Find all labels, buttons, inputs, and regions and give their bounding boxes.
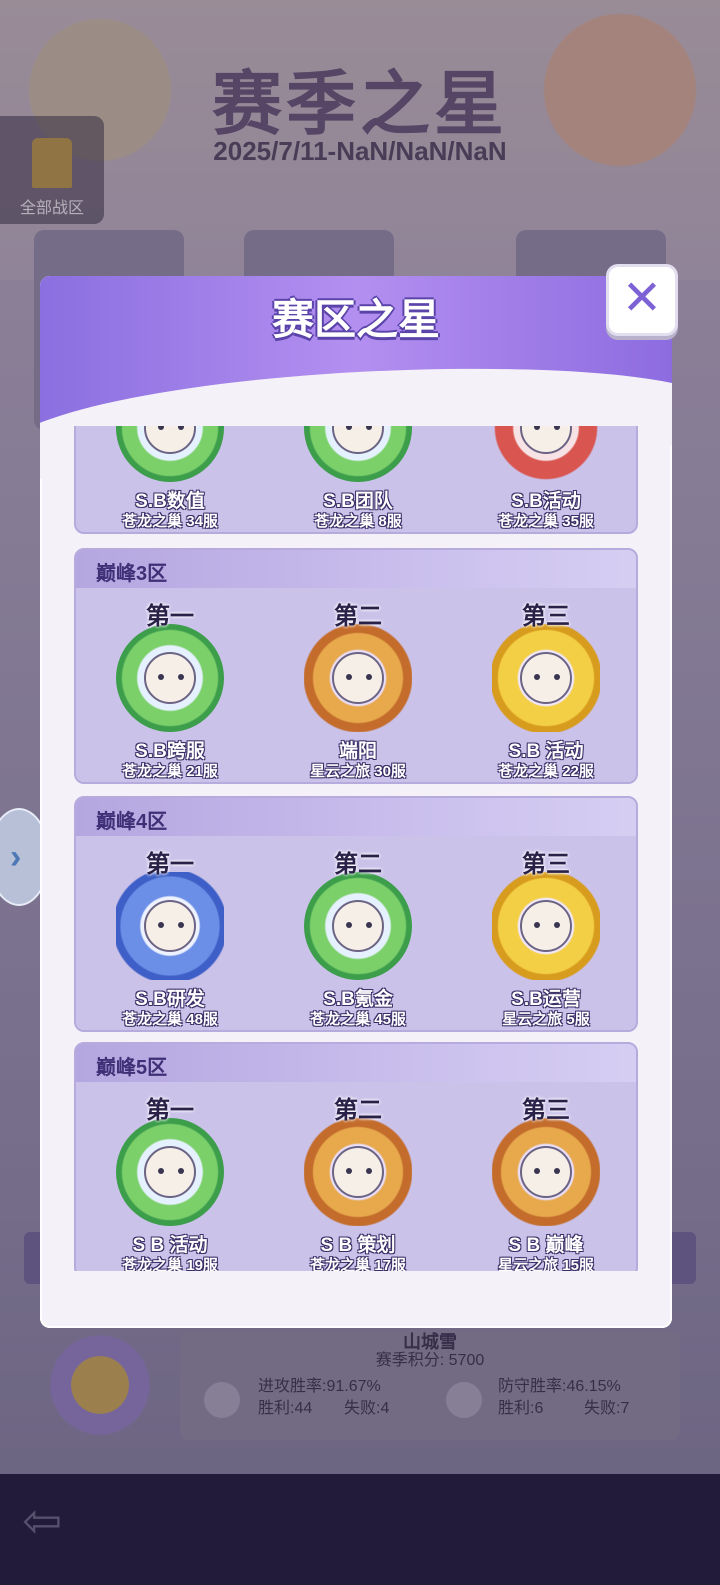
avatar [332,426,384,454]
player-name: S.B数值 [135,491,205,512]
zone-card: 巅峰3区 第一 S.B跨服 苍龙之巢 21服 第二 端阳 星云之旅 30服 第三… [74,548,638,784]
zone-header: 巅峰4区 [76,798,636,836]
rank-slot[interactable]: 第一 S.B跨服 苍龙之巢 21服 [76,594,264,782]
rank-slot[interactable]: 第三 S.B 活动 苍龙之巢 22服 [452,594,636,782]
rank-label: 第三 [522,851,570,878]
close-button[interactable]: ✕ [606,264,678,336]
player-name: S.B活动 [511,491,581,512]
avatar [520,900,572,952]
rank-slot[interactable]: 第一 S B 活动 苍龙之巢 19服 [76,1088,264,1271]
server-name: 星云之旅 5服 [502,1011,590,1028]
close-icon: ✕ [621,272,663,325]
avatar-badge [116,624,224,732]
rank-label: 第一 [146,851,194,878]
server-name: 苍龙之巢 35服 [498,513,594,530]
rank-slot[interactable]: 第二 端阳 星云之旅 30服 [264,594,452,782]
zone-card: 巅峰4区 第一 S.B研发 苍龙之巢 48服 第二 S.B氪金 苍龙之巢 45服… [74,796,638,1032]
avatar-badge [304,1118,412,1226]
player-name: S.B团队 [323,491,393,512]
avatar-badge [492,1118,600,1226]
dialog-title: 赛区之星 [271,296,440,343]
rank-slot[interactable]: 第三 S.B运营 星云之旅 5服 [452,842,636,1030]
avatar-badge [304,624,412,732]
avatar-badge [304,872,412,980]
zone-card: 巅峰5区 第一 S B 活动 苍龙之巢 19服 第二 S B 策划 苍龙之巢 1… [74,1042,638,1271]
zone-name: 巅峰4区 [96,811,168,833]
server-name: 星云之旅 15服 [498,1257,594,1271]
server-name: 苍龙之巢 17服 [310,1257,406,1271]
rank-label: 第二 [334,1097,382,1124]
avatar-badge [492,624,600,732]
player-name: S.B跨服 [135,741,205,762]
avatar-badge [116,426,224,482]
avatar [520,652,572,704]
zones-scroll-list[interactable]: S.B数值 苍龙之巢 34服 S.B团队 苍龙之巢 8服 S.B活动 苍龙之巢 … [74,426,638,1271]
server-name: 星云之旅 30服 [310,763,406,780]
rank-label: 第二 [334,603,382,630]
rank-label: 第二 [334,851,382,878]
server-name: 苍龙之巢 19服 [122,1257,218,1271]
rank-label: 第一 [146,1097,194,1124]
player-name: S.B运营 [511,989,581,1010]
player-name: S B 策划 [320,1235,396,1256]
avatar-badge [304,426,412,482]
avatar-badge [116,1118,224,1226]
rank-slot[interactable]: 第二 S.B氪金 苍龙之巢 45服 [264,842,452,1030]
avatar [144,900,196,952]
rank-label: 第一 [146,603,194,630]
avatar [520,1146,572,1198]
server-name: 苍龙之巢 22服 [498,763,594,780]
rank-slot[interactable]: S.B活动 苍龙之巢 35服 [452,426,636,532]
avatar [520,426,572,454]
avatar-badge [492,872,600,980]
rank-label: 第三 [522,1097,570,1124]
avatar-badge [116,872,224,980]
zone-header: 巅峰5区 [76,1044,636,1082]
avatar-badge [492,426,600,482]
avatar [332,652,384,704]
player-name: 端阳 [338,741,377,762]
server-name: 苍龙之巢 48服 [122,1011,218,1028]
rank-slot[interactable]: 第三 S B 巅峰 星云之旅 15服 [452,1088,636,1271]
zone-stars-dialog: 赛区之星 S.B数值 苍龙之巢 34服 S.B团队 苍龙之巢 8服 S.B活动 … [40,276,672,1328]
rank-slot[interactable]: S.B数值 苍龙之巢 34服 [76,426,264,532]
server-name: 苍龙之巢 34服 [122,513,218,530]
avatar [144,1146,196,1198]
player-name: S B 巅峰 [508,1235,584,1256]
avatar [144,652,196,704]
player-name: S.B研发 [135,989,205,1010]
chevron-right-icon: › [10,838,22,876]
player-name: S.B氪金 [323,989,393,1010]
rank-slot[interactable]: S.B团队 苍龙之巢 8服 [264,426,452,532]
server-name: 苍龙之巢 8服 [314,513,402,530]
server-name: 苍龙之巢 45服 [310,1011,406,1028]
zone-name: 巅峰3区 [96,563,168,585]
player-name: S B 活动 [132,1235,208,1256]
server-name: 苍龙之巢 21服 [122,763,218,780]
rank-label: 第三 [522,603,570,630]
rank-slot[interactable]: 第一 S.B研发 苍龙之巢 48服 [76,842,264,1030]
zone-name: 巅峰5区 [96,1057,168,1079]
zone-header: 巅峰3区 [76,550,636,588]
zone-card: S.B数值 苍龙之巢 34服 S.B团队 苍龙之巢 8服 S.B活动 苍龙之巢 … [74,426,638,534]
avatar [332,900,384,952]
rank-slot[interactable]: 第二 S B 策划 苍龙之巢 17服 [264,1088,452,1271]
avatar [144,426,196,454]
avatar [332,1146,384,1198]
player-name: S.B 活动 [508,741,584,762]
